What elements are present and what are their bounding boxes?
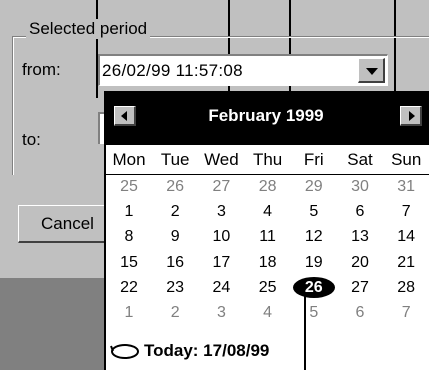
day-cell[interactable]: 28 bbox=[245, 178, 291, 196]
arrow-left-icon bbox=[121, 111, 127, 121]
day-cell[interactable]: 18 bbox=[245, 254, 291, 272]
calendar-popup: February 1999 Mon Tue Wed Thu Fri Sat Sun 25 26… bbox=[104, 91, 429, 370]
day-cell[interactable]: 28 bbox=[383, 279, 429, 297]
day-cell[interactable]: 8 bbox=[106, 228, 152, 246]
day-cell[interactable]: 15 bbox=[106, 254, 152, 272]
day-cell-selected[interactable]: 26 bbox=[291, 276, 337, 298]
day-cell[interactable]: 3 bbox=[198, 203, 244, 221]
day-cell[interactable]: 14 bbox=[383, 228, 429, 246]
day-cell[interactable]: 25 bbox=[106, 178, 152, 196]
month-title: February 1999 bbox=[208, 106, 324, 125]
day-cell[interactable]: 26 bbox=[152, 178, 198, 196]
cancel-button[interactable]: Cancel bbox=[18, 205, 118, 243]
day-cell[interactable]: 13 bbox=[337, 228, 383, 246]
chevron-down-icon bbox=[366, 68, 378, 75]
day-cell[interactable]: 6 bbox=[337, 304, 383, 322]
calendar-header: February 1999 bbox=[106, 93, 429, 145]
weekday-wed: Wed bbox=[204, 150, 239, 169]
arrow-right-icon bbox=[409, 111, 415, 121]
day-cell[interactable]: 10 bbox=[198, 228, 244, 246]
weekday-tue: Tue bbox=[160, 150, 190, 169]
dialog-background bbox=[0, 278, 108, 370]
weekday-sat: Sat bbox=[347, 150, 373, 169]
from-label: from: bbox=[22, 60, 61, 79]
weekday-header-row: Mon Tue Wed Thu Fri Sat Sun bbox=[106, 150, 429, 175]
weekday-thu: Thu bbox=[252, 150, 283, 169]
weekday-sun: Sun bbox=[391, 150, 422, 169]
day-cell[interactable]: 3 bbox=[198, 304, 244, 322]
day-cell[interactable]: 7 bbox=[383, 203, 429, 221]
from-datetime-field[interactable]: 26/02/99 11:57:08 bbox=[98, 54, 388, 86]
day-number: 26 bbox=[304, 278, 323, 296]
day-cell[interactable]: 9 bbox=[152, 228, 198, 246]
day-cell[interactable]: 1 bbox=[106, 304, 152, 322]
weekday-fri: Fri bbox=[303, 150, 324, 169]
day-cell[interactable]: 30 bbox=[337, 178, 383, 196]
day-cell[interactable]: 21 bbox=[383, 254, 429, 272]
weekday-mon: Mon bbox=[112, 150, 146, 169]
day-cell[interactable]: 6 bbox=[337, 203, 383, 221]
to-label: to: bbox=[22, 130, 41, 149]
day-cell[interactable]: 5 bbox=[291, 304, 337, 322]
callout-line bbox=[304, 296, 306, 370]
dropdown-button[interactable] bbox=[358, 58, 385, 83]
day-cell[interactable]: 27 bbox=[337, 279, 383, 297]
day-cell[interactable]: 27 bbox=[198, 178, 244, 196]
day-cell[interactable]: 11 bbox=[245, 228, 291, 246]
day-cell[interactable]: 29 bbox=[291, 178, 337, 196]
day-cell[interactable]: 16 bbox=[152, 254, 198, 272]
day-cell[interactable]: 5 bbox=[291, 203, 337, 221]
day-cell[interactable]: 12 bbox=[291, 228, 337, 246]
day-cell[interactable]: 25 bbox=[245, 279, 291, 297]
day-cell[interactable]: 31 bbox=[383, 178, 429, 196]
day-cell[interactable]: 4 bbox=[245, 304, 291, 322]
day-cell[interactable]: 7 bbox=[383, 304, 429, 322]
today-row[interactable]: Today: 17/08/99 bbox=[106, 337, 429, 367]
today-label: Today: 17/08/99 bbox=[144, 341, 270, 360]
from-value: 26/02/99 11:57:08 bbox=[102, 61, 243, 80]
next-month-button[interactable] bbox=[400, 106, 422, 126]
prev-month-button[interactable] bbox=[114, 106, 136, 126]
day-cell[interactable]: 19 bbox=[291, 254, 337, 272]
day-cell[interactable]: 20 bbox=[337, 254, 383, 272]
day-cell[interactable]: 1 bbox=[106, 203, 152, 221]
day-cell[interactable]: 24 bbox=[198, 279, 244, 297]
day-cell[interactable]: 22 bbox=[106, 279, 152, 297]
day-cell[interactable]: 23 bbox=[152, 279, 198, 297]
day-cell[interactable]: 4 bbox=[245, 203, 291, 221]
today-oval-icon bbox=[110, 344, 139, 359]
day-cell[interactable]: 2 bbox=[152, 203, 198, 221]
day-cell[interactable]: 2 bbox=[152, 304, 198, 322]
day-cell[interactable]: 17 bbox=[198, 254, 244, 272]
group-title: Selected period bbox=[26, 19, 151, 39]
